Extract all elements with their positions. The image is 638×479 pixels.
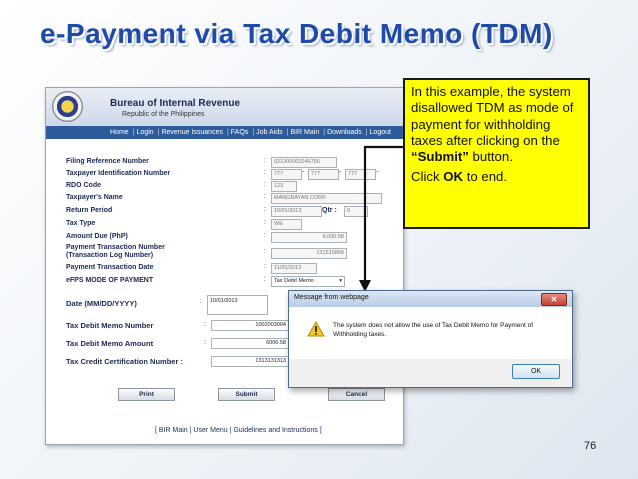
callout-text: In this example, the system disallowed T… [411,84,574,165]
dialog-ok-button[interactable]: OK [512,364,560,379]
dialog-title: Message from webpage [294,294,369,301]
dialog-close-button[interactable]: ✕ [541,293,567,306]
callout-arrow [359,145,403,292]
instruction-callout: In this example, the system disallowed T… [403,78,590,229]
dialog-message: The system does not allow the use of Tax… [333,322,534,338]
page-number: 76 [584,440,597,452]
message-dialog: Message from webpage ✕ The system does n… [288,290,573,388]
dialog-body: The system does not allow the use of Tax… [289,307,572,359]
warning-icon [307,321,325,337]
callout-click-ok: Click OK to end. [411,169,508,185]
dialog-titlebar: Message from webpage ✕ [289,291,572,307]
